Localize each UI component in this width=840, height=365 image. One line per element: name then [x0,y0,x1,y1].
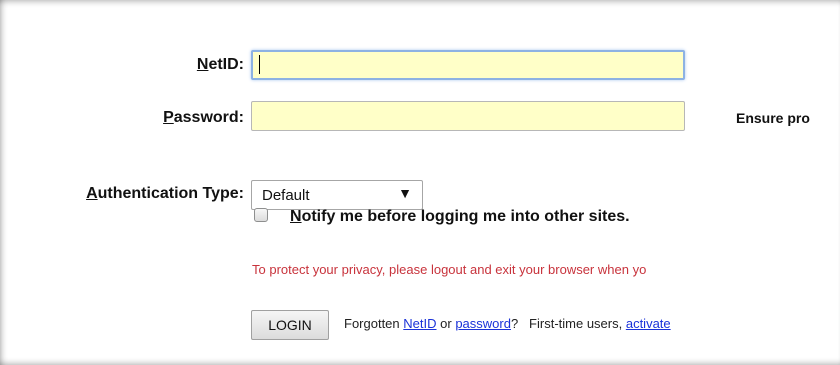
auth-type-label: Authentication Type: [86,185,244,202]
forgot-netid-link[interactable]: NetID [403,316,436,331]
first-time-users-text: First-time users, [529,316,623,331]
help-links-row: Forgotten NetID or password? First-time … [344,316,671,331]
or-text: or [440,316,452,331]
password-input[interactable] [251,101,685,131]
login-button[interactable]: LOGIN [251,310,329,340]
activate-link[interactable]: activate [626,316,671,331]
notify-checkbox[interactable] [254,208,268,222]
password-label: Password: [163,109,244,126]
forgot-password-link[interactable]: password [455,316,511,331]
forgotten-text: Forgotten [344,316,400,331]
netid-input[interactable] [251,50,685,80]
password-hint: Ensure pro [736,110,810,126]
text-caret [259,55,260,74]
privacy-notice: To protect your privacy, please logout a… [252,262,647,277]
question-mark-text: ? [510,316,519,331]
auth-type-select[interactable]: Default ▼ [251,180,423,210]
dropdown-arrow-icon: ▼ [398,185,412,201]
notify-checkbox-label[interactable]: Notify me before logging me into other s… [290,208,630,226]
netid-label: NetID: [196,56,244,73]
auth-type-selected-value: Default [262,187,310,204]
